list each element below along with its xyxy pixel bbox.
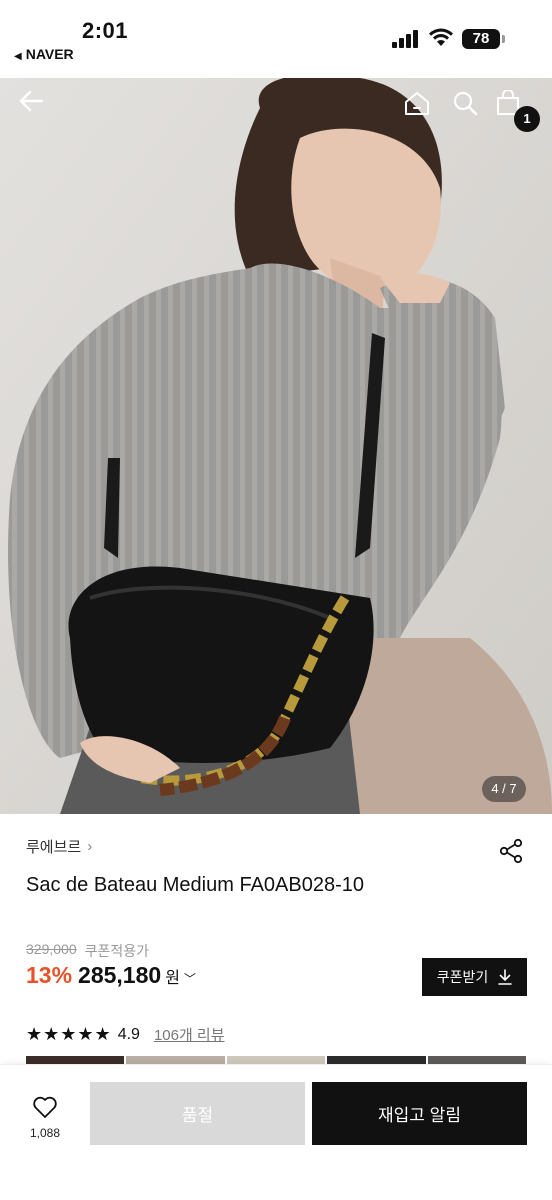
product-title: Sac de Bateau Medium FA0AB028-10	[26, 874, 364, 896]
search-icon	[453, 91, 478, 116]
wifi-icon	[429, 28, 453, 46]
cart-count-badge: 1	[514, 106, 540, 132]
cellular-signal-icon	[392, 30, 420, 48]
rating-value: 4.9	[117, 1025, 140, 1043]
back-app-name: NAVER	[25, 46, 74, 62]
sale-price: 285,180	[78, 962, 162, 988]
brand-name: 루에브르	[26, 839, 82, 856]
soldout-button[interactable]: 품절	[90, 1082, 305, 1145]
brand-link[interactable]: 루에브르 ›	[26, 836, 92, 857]
battery-indicator: 78	[462, 29, 505, 49]
image-page-counter: 4 / 7	[482, 776, 526, 802]
bottom-action-bar: 1,088 품절 재입고 알림	[0, 1064, 552, 1200]
back-to-app-link[interactable]: ◀ NAVER	[14, 46, 74, 62]
product-image-gallery[interactable]: 1 4 / 7	[0, 78, 552, 814]
chevron-down-icon: ﹀	[183, 972, 196, 986]
share-icon[interactable]	[498, 838, 524, 864]
original-price: 329,000	[26, 941, 77, 957]
heart-icon	[33, 1096, 57, 1118]
wishlist-button[interactable]: 1,088	[18, 1095, 72, 1140]
rating-row: ★★★★★ 4.9 106개 리뷰	[26, 1024, 225, 1045]
back-button[interactable]	[18, 90, 58, 130]
original-price-row: 329,000 쿠폰적용가	[26, 941, 149, 961]
wishlist-count: 1,088	[29, 1126, 61, 1140]
search-button[interactable]	[452, 90, 492, 130]
home-icon	[405, 92, 429, 115]
currency-label: 원	[165, 970, 180, 987]
coupon-price-label: 쿠폰적용가	[84, 943, 150, 959]
status-bar: 2:01 ◀ NAVER 78	[0, 0, 552, 78]
chevron-right-icon: ›	[87, 838, 93, 855]
home-button[interactable]	[404, 90, 444, 130]
coupon-download-button[interactable]: 쿠폰받기	[422, 958, 527, 996]
back-triangle-icon: ◀	[14, 51, 22, 62]
rating-stars-icon: ★★★★★	[26, 1024, 112, 1044]
restock-alert-button[interactable]: 재입고 알림	[312, 1082, 527, 1145]
product-photo	[0, 78, 552, 814]
download-icon	[498, 969, 513, 985]
coupon-button-label: 쿠폰받기	[436, 969, 489, 985]
price-row[interactable]: 13% 285,180 원 ﹀	[26, 962, 196, 989]
back-arrow-icon	[19, 90, 44, 112]
status-time: 2:01	[82, 18, 129, 43]
review-count-link[interactable]: 106개 리뷰	[154, 1024, 225, 1045]
discount-rate: 13%	[26, 962, 73, 988]
